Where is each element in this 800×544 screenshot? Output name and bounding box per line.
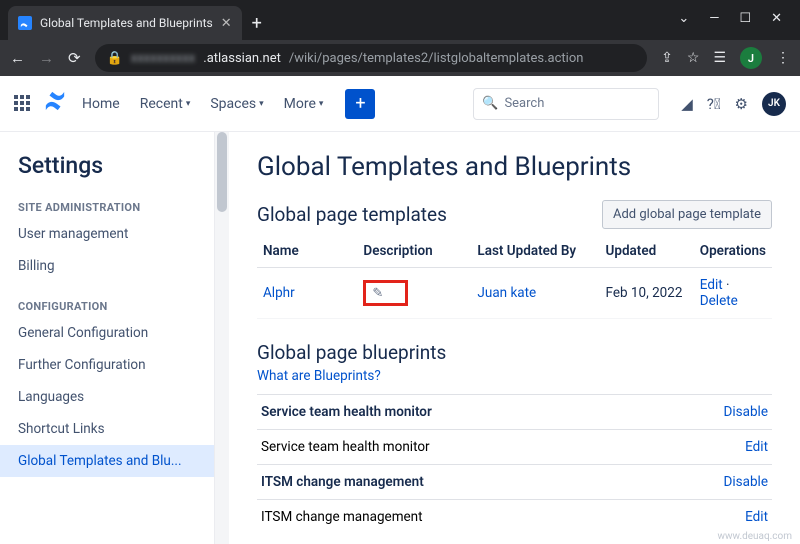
section-blueprints: Global page blueprints [257, 341, 772, 364]
browser-titlebar: Global Templates and Blueprints ✕ + ⌄ — … [0, 0, 800, 40]
confluence-logo-icon[interactable] [44, 90, 66, 117]
url-input[interactable]: 🔒 xxxxxxxxxx .atlassian.net/wiki/pages/t… [95, 44, 648, 72]
add-template-button[interactable]: Add global page template [602, 200, 772, 229]
description-highlight: ✎ [363, 280, 408, 306]
sidebar-item-global-templates[interactable]: Global Templates and Blu... [0, 445, 214, 477]
sidebar: Settings SITE ADMINISTRATION User manage… [0, 132, 215, 544]
url-path: /wiki/pages/templates2/listglobaltemplat… [289, 51, 584, 66]
blueprint-row: Service team health monitorEdit [257, 429, 772, 464]
search-icon: 🔍 [482, 96, 498, 111]
blueprint-row: ITSM change managementDisable [257, 464, 772, 499]
disable-link[interactable]: Disable [724, 474, 768, 490]
settings-icon[interactable]: ⚙ [735, 95, 748, 113]
template-name-link[interactable]: Alphr [263, 285, 295, 301]
page-title: Global Templates and Blueprints [257, 152, 772, 182]
sidebar-item-billing[interactable]: Billing [0, 250, 214, 282]
url-blurred: xxxxxxxxxx [131, 51, 196, 66]
col-name: Name [257, 235, 357, 268]
minimize-icon[interactable]: — [709, 11, 719, 26]
sidebar-title: Settings [0, 146, 214, 193]
edit-link[interactable]: Edit [745, 509, 768, 525]
bookmark-icon[interactable]: ☆ [687, 50, 700, 66]
blueprint-row: Service team health monitorDisable [257, 394, 772, 429]
notifications-icon[interactable]: ◢ [681, 95, 693, 113]
forward-button[interactable]: → [39, 49, 54, 67]
nav-home[interactable]: Home [78, 96, 124, 112]
chevron-down-icon: ▾ [259, 99, 264, 109]
table-header-row: Name Description Last Updated By Updated… [257, 235, 772, 268]
reload-button[interactable]: ⟳ [68, 49, 81, 67]
delete-link[interactable]: Delete [700, 293, 738, 309]
url-host: .atlassian.net [203, 51, 281, 66]
edit-link[interactable]: Edit [700, 277, 723, 293]
app-nav: Home Recent▾ Spaces▾ More▾ + 🔍 Search ◢ … [0, 76, 800, 132]
create-button[interactable]: + [345, 89, 375, 119]
reading-list-icon[interactable]: ☰ [713, 50, 726, 66]
help-icon[interactable]: ?⃝ [707, 95, 721, 113]
sidebar-item-general-config[interactable]: General Configuration [0, 317, 214, 349]
col-description: Description [357, 235, 471, 268]
col-updated-by: Last Updated By [471, 235, 599, 268]
sidebar-item-user-management[interactable]: User management [0, 218, 214, 250]
chevron-down-icon: ▾ [186, 99, 191, 109]
tab-title: Global Templates and Blueprints [40, 16, 213, 30]
updated-by-link[interactable]: Juan kate [477, 285, 536, 301]
share-icon[interactable]: ⇪ [661, 50, 673, 66]
sidebar-item-further-config[interactable]: Further Configuration [0, 349, 214, 381]
main-content: Global Templates and Blueprints Global p… [229, 132, 800, 544]
lock-icon: 🔒 [107, 51, 123, 66]
browser-tab[interactable]: Global Templates and Blueprints ✕ [8, 6, 242, 40]
nav-recent[interactable]: Recent▾ [136, 96, 195, 112]
templates-table: Name Description Last Updated By Updated… [257, 235, 772, 319]
footer-watermark: www.deuaq.com [718, 531, 793, 542]
new-tab-button[interactable]: + [252, 13, 262, 34]
edit-link[interactable]: Edit [745, 439, 768, 455]
menu-icon[interactable]: ⋮ [776, 50, 790, 66]
sidebar-scrollbar[interactable] [215, 132, 229, 544]
back-button[interactable]: ← [10, 49, 25, 67]
profile-avatar[interactable]: J [740, 47, 762, 69]
nav-more[interactable]: More▾ [280, 96, 328, 112]
sidebar-group-configuration: CONFIGURATION [0, 292, 214, 317]
table-row: Alphr ✎ Juan kate Feb 10, 2022 Edit · De… [257, 268, 772, 319]
search-placeholder: Search [504, 96, 544, 111]
what-are-blueprints-link[interactable]: What are Blueprints? [257, 368, 772, 384]
blueprint-row: ITSM change managementEdit [257, 499, 772, 534]
window-controls: ⌄ — ☐ ✕ [678, 11, 800, 40]
address-bar: ← → ⟳ 🔒 xxxxxxxxxx .atlassian.net/wiki/p… [0, 40, 800, 76]
sidebar-group-site-admin: SITE ADMINISTRATION [0, 193, 214, 218]
section-page-templates: Global page templates [257, 203, 447, 226]
confluence-favicon [18, 16, 32, 30]
search-input[interactable]: 🔍 Search [473, 88, 659, 120]
close-icon[interactable]: ✕ [221, 16, 232, 31]
maximize-icon[interactable]: ☐ [739, 11, 751, 26]
col-operations: Operations [694, 235, 772, 268]
chevron-down-icon: ▾ [319, 99, 324, 109]
pencil-icon[interactable]: ✎ [372, 286, 383, 301]
close-window-icon[interactable]: ✕ [771, 11, 782, 26]
nav-spaces[interactable]: Spaces▾ [206, 96, 267, 112]
updated-date: Feb 10, 2022 [600, 268, 694, 319]
disable-link[interactable]: Disable [724, 404, 768, 420]
sidebar-item-languages[interactable]: Languages [0, 381, 214, 413]
sidebar-item-shortcut-links[interactable]: Shortcut Links [0, 413, 214, 445]
app-switcher-icon[interactable] [14, 95, 32, 113]
chevron-down-icon[interactable]: ⌄ [678, 11, 689, 26]
user-avatar[interactable]: JK [762, 92, 786, 116]
col-updated: Updated [600, 235, 694, 268]
scrollbar-thumb[interactable] [217, 132, 227, 212]
